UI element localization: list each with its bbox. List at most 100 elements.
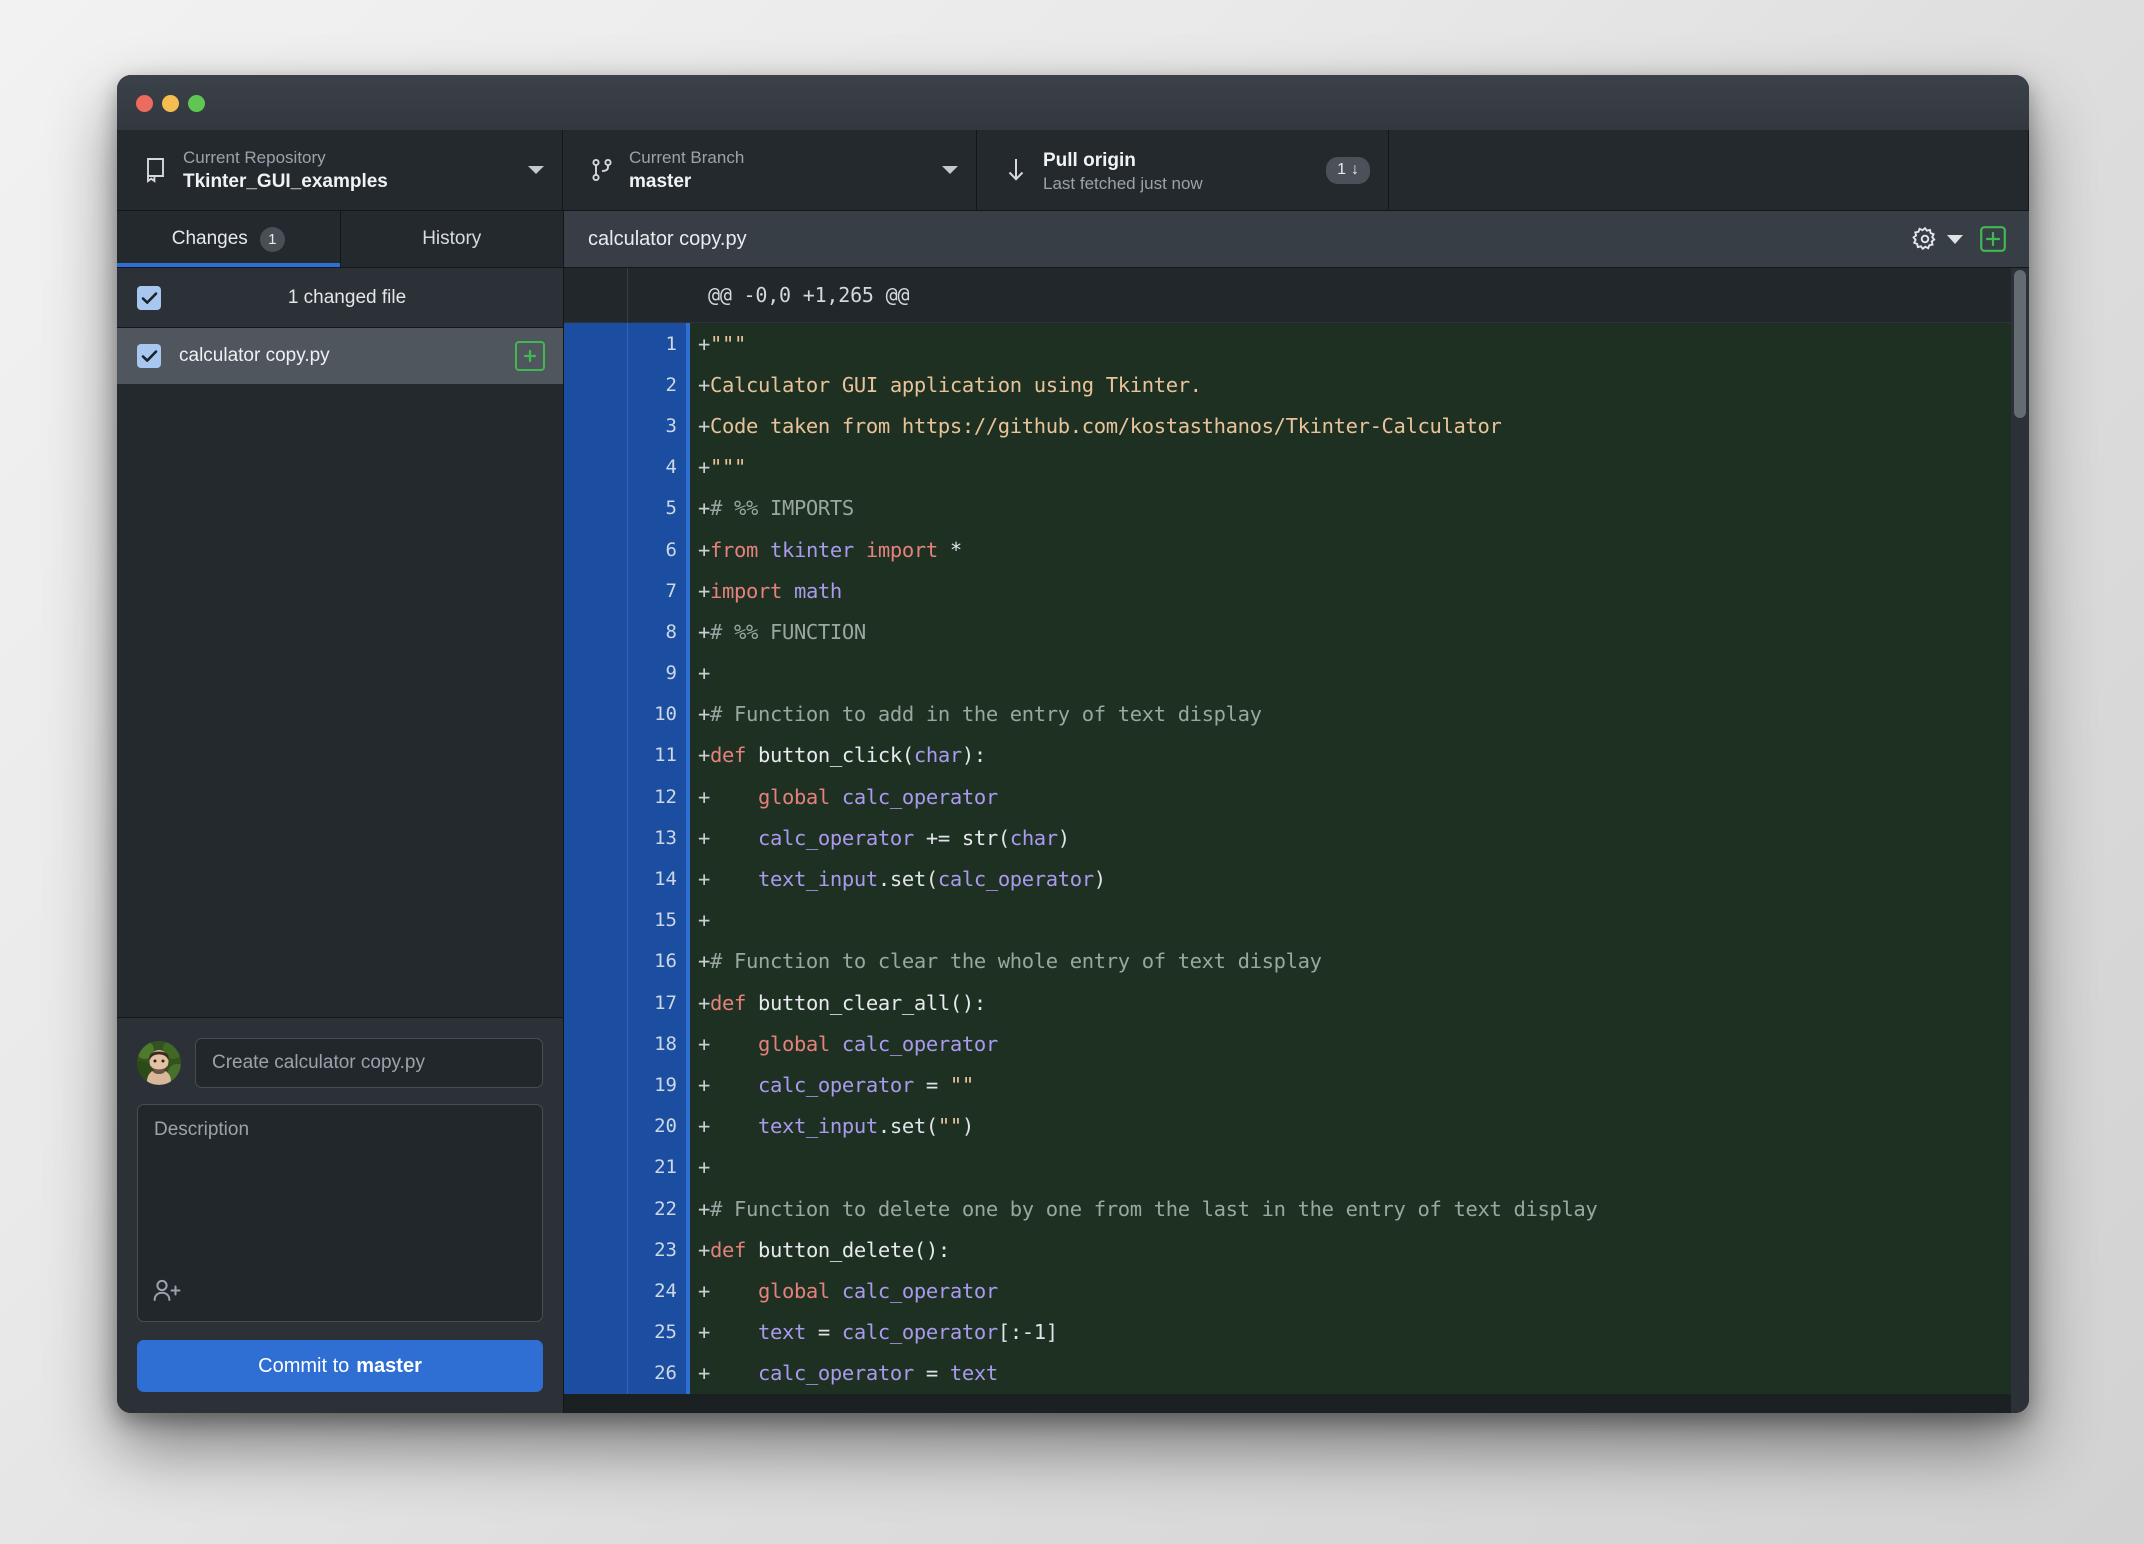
diff-line-gutter-old[interactable] (564, 611, 628, 653)
diff-line-row[interactable]: 18 + global calc_operator (564, 1023, 2029, 1065)
diff-line-number[interactable]: 10 (628, 693, 690, 735)
diff-line-gutter-old[interactable] (564, 858, 628, 900)
diff-line-gutter-old[interactable] (564, 1105, 628, 1147)
diff-line-gutter-old[interactable] (564, 1023, 628, 1065)
diff-line-gutter-old[interactable] (564, 899, 628, 941)
diff-scrollbar[interactable] (2011, 268, 2029, 1413)
diff-line-number[interactable]: 16 (628, 940, 690, 982)
maximize-window-button[interactable] (188, 95, 205, 112)
diff-line-gutter-old[interactable] (564, 1064, 628, 1106)
diff-line-number[interactable]: 1 (628, 323, 690, 365)
diff-line-number[interactable]: 2 (628, 364, 690, 406)
diff-line-gutter-old[interactable] (564, 940, 628, 982)
diff-line-number[interactable]: 23 (628, 1229, 690, 1271)
diff-line-gutter-old[interactable] (564, 528, 628, 571)
commit-summary-input[interactable]: Create calculator copy.py (195, 1038, 543, 1088)
diff-line-number[interactable]: 13 (628, 817, 690, 859)
current-repository-button[interactable]: Current Repository Tkinter_GUI_examples (117, 130, 563, 210)
diff-line-number[interactable]: 5 (628, 487, 690, 529)
diff-line-row[interactable]: 11 +def button_click(char): (564, 734, 2029, 777)
diff-line-number[interactable]: 8 (628, 611, 690, 653)
diff-line-row[interactable]: 12 + global calc_operator (564, 776, 2029, 818)
diff-line-row[interactable]: 24 + global calc_operator (564, 1270, 2029, 1312)
select-all-files-checkbox[interactable] (137, 285, 161, 310)
diff-line-number[interactable]: 21 (628, 1146, 690, 1188)
commit-description-input[interactable]: Description (137, 1104, 543, 1322)
diff-line-gutter-old[interactable] (564, 1187, 628, 1230)
diff-line-gutter-old[interactable] (564, 734, 628, 777)
diff-line-gutter-old[interactable] (564, 1229, 628, 1271)
diff-line-row[interactable]: 8 +# %% FUNCTION (564, 611, 2029, 653)
diff-line-row[interactable]: 1 +""" (564, 323, 2029, 365)
minimize-window-button[interactable] (162, 95, 179, 112)
diff-line-number[interactable]: 19 (628, 1064, 690, 1106)
diff-line-row[interactable]: 23 +def button_delete(): (564, 1229, 2029, 1271)
diff-line-row[interactable]: 10 +# Function to add in the entry of tex… (564, 693, 2029, 735)
diff-line-number[interactable]: 3 (628, 405, 690, 447)
diff-line-row[interactable]: 16 +# Function to clear the whole entry o… (564, 940, 2029, 982)
diff-line-number[interactable]: 6 (628, 528, 690, 571)
add-person-icon[interactable] (152, 1278, 182, 1309)
diff-line-number[interactable]: 9 (628, 652, 690, 694)
tab-history[interactable]: History (339, 211, 563, 267)
diff-line-row[interactable]: 6 +from tkinter import * (564, 528, 2029, 571)
diff-line-gutter-old[interactable] (564, 323, 628, 365)
current-branch-button[interactable]: Current Branch master (563, 130, 977, 210)
diff-line-row[interactable]: 3 +Code taken from https://github.com/kos… (564, 405, 2029, 447)
diff-hunk-header-row[interactable]: @@ -0,0 +1,265 @@ (564, 268, 2029, 323)
diff-line-gutter-old[interactable] (564, 693, 628, 735)
diff-line-number[interactable]: 25 (628, 1311, 690, 1353)
commit-to-branch-button[interactable]: Commit to master (137, 1340, 543, 1392)
diff-line-number[interactable]: 22 (628, 1187, 690, 1230)
diff-scrollbar-thumb[interactable] (2014, 270, 2026, 418)
diff-line-gutter-old[interactable] (564, 652, 628, 694)
diff-line-row[interactable]: 20 + text_input.set("") (564, 1105, 2029, 1147)
close-window-button[interactable] (136, 95, 153, 112)
diff-line-number[interactable]: 17 (628, 982, 690, 1024)
diff-line-number[interactable]: 20 (628, 1105, 690, 1147)
diff-line-number[interactable]: 14 (628, 858, 690, 900)
diff-line-number[interactable]: 12 (628, 776, 690, 818)
diff-line-gutter-old[interactable] (564, 817, 628, 859)
diff-line-row[interactable]: 2 +Calculator GUI application using Tkint… (564, 364, 2029, 406)
diff-line-gutter-old[interactable] (564, 982, 628, 1024)
diff-line-row[interactable]: 13 + calc_operator += str(char) (564, 817, 2029, 859)
diff-line-number[interactable]: 4 (628, 446, 690, 488)
tab-changes[interactable]: Changes 1 (117, 211, 340, 267)
diff-line-number[interactable]: 24 (628, 1270, 690, 1312)
diff-line-number[interactable]: 11 (628, 734, 690, 777)
diff-line-gutter-old[interactable] (564, 1146, 628, 1188)
diff-line-gutter-old[interactable] (564, 446, 628, 488)
gear-icon[interactable] (1912, 226, 1963, 252)
diff-line-gutter-old[interactable] (564, 570, 628, 612)
chevron-down-icon[interactable] (942, 166, 958, 174)
diff-line-row[interactable]: 4 +""" (564, 446, 2029, 488)
diff-line-gutter-old[interactable] (564, 1270, 628, 1312)
list-item[interactable]: calculator copy.py (117, 328, 563, 384)
diff-line-row[interactable]: 17 +def button_clear_all(): (564, 982, 2029, 1024)
diff-line-row[interactable]: 9 + (564, 652, 2029, 694)
diff-line-gutter-old[interactable] (564, 487, 628, 529)
diff-line-number[interactable]: 18 (628, 1023, 690, 1065)
diff-line-row[interactable]: 22 +# Function to delete one by one from … (564, 1187, 2029, 1230)
diff-line-gutter-old[interactable] (564, 1352, 628, 1394)
diff-line-gutter-old[interactable] (564, 364, 628, 406)
diff-line-gutter-old[interactable] (564, 1311, 628, 1353)
plus-square-icon[interactable] (1979, 225, 2007, 253)
chevron-down-icon[interactable] (528, 166, 544, 174)
diff-line-row[interactable]: 14 + text_input.set(calc_operator) (564, 858, 2029, 900)
diff-line-row[interactable]: 21 + (564, 1146, 2029, 1188)
pull-origin-button[interactable]: Pull origin Last fetched just now 1 ↓ (977, 130, 1389, 210)
diff-line-row[interactable]: 7 +import math (564, 570, 2029, 612)
diff-line-gutter-old[interactable] (564, 776, 628, 818)
diff-line-number[interactable]: 26 (628, 1352, 690, 1394)
diff-line-row[interactable]: 26 + calc_operator = text (564, 1352, 2029, 1394)
diff-line-gutter-old[interactable] (564, 405, 628, 447)
diff-line-number[interactable]: 15 (628, 899, 690, 941)
diff-line-row[interactable]: 19 + calc_operator = "" (564, 1064, 2029, 1106)
diff-line-number[interactable]: 7 (628, 570, 690, 612)
chevron-down-icon[interactable] (1947, 234, 1963, 244)
file-checkbox[interactable] (137, 344, 161, 368)
diff-line-row[interactable]: 15 + (564, 899, 2029, 941)
diff-line-row[interactable]: 25 + text = calc_operator[:-1] (564, 1311, 2029, 1353)
